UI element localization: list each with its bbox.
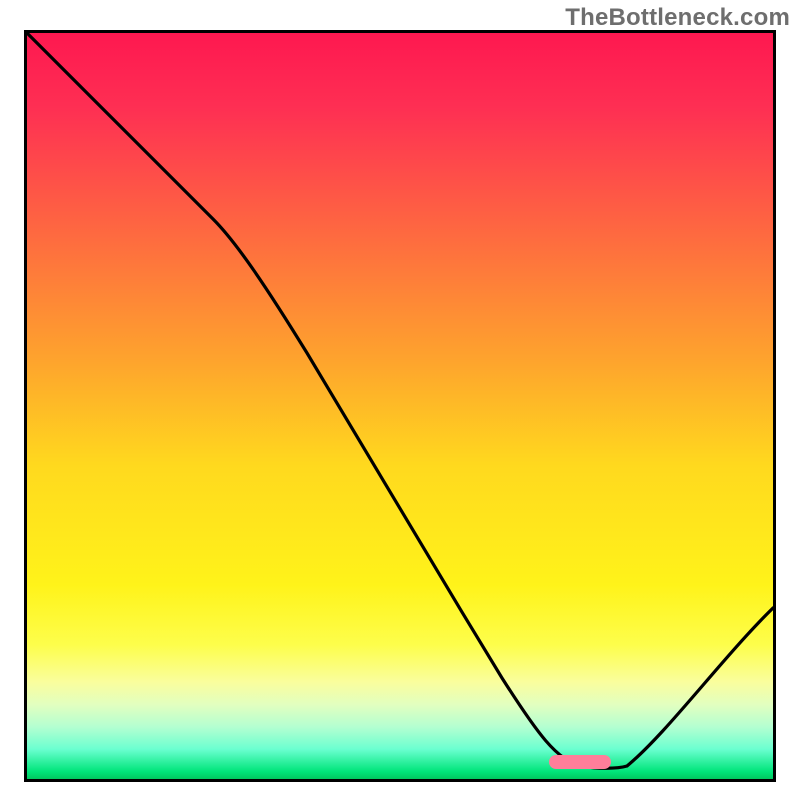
- plot-area: [24, 30, 776, 782]
- watermark-label: TheBottleneck.com: [565, 4, 790, 32]
- chart-wrapper: TheBottleneck.com: [0, 0, 800, 800]
- highlight-marker: [549, 755, 611, 769]
- line-curve: [27, 33, 773, 779]
